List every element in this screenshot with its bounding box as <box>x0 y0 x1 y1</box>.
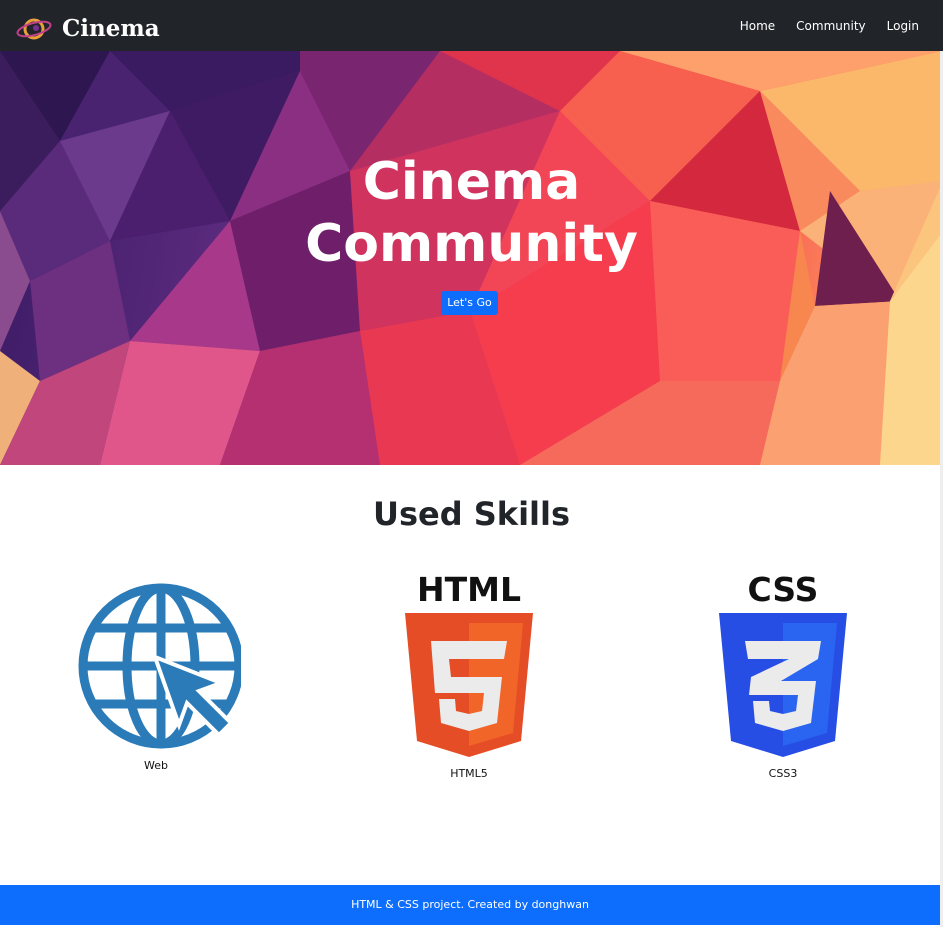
html5-icon: HTML <box>405 573 533 757</box>
skill-web-label: Web <box>144 759 168 772</box>
css3-badge-text: CSS <box>748 573 819 609</box>
skill-web: Web <box>66 573 246 772</box>
nav-link-community[interactable]: Community <box>796 19 865 33</box>
hero-title: Cinema Community <box>0 151 943 275</box>
navbar: Cinema Home Community Login <box>0 0 943 51</box>
hero-title-line1: Cinema <box>362 152 581 212</box>
footer: HTML & CSS project. Created by donghwan <box>0 885 940 925</box>
globe-cursor-icon <box>78 583 241 749</box>
skill-html5: HTML HTML5 <box>379 573 559 780</box>
html5-badge-text: HTML <box>417 573 521 609</box>
brand-name: Cinema <box>62 14 160 42</box>
lets-go-button[interactable]: Let's Go <box>441 291 498 315</box>
skills-title: Used Skills <box>372 495 571 533</box>
nav-link-home[interactable]: Home <box>740 19 775 33</box>
skill-html5-label: HTML5 <box>450 767 488 780</box>
hero-banner: Cinema Community Let's Go <box>0 51 943 465</box>
brand[interactable]: Cinema <box>16 13 160 43</box>
nav-link-login[interactable]: Login <box>887 19 919 33</box>
skill-css3: CSS CSS3 <box>693 573 873 780</box>
nav-links: Home Community Login <box>719 0 919 51</box>
planet-logo-icon <box>16 18 52 40</box>
hero-title-line2: Community <box>305 214 638 274</box>
css3-icon: CSS <box>719 573 847 757</box>
skill-css3-label: CSS3 <box>768 767 798 780</box>
